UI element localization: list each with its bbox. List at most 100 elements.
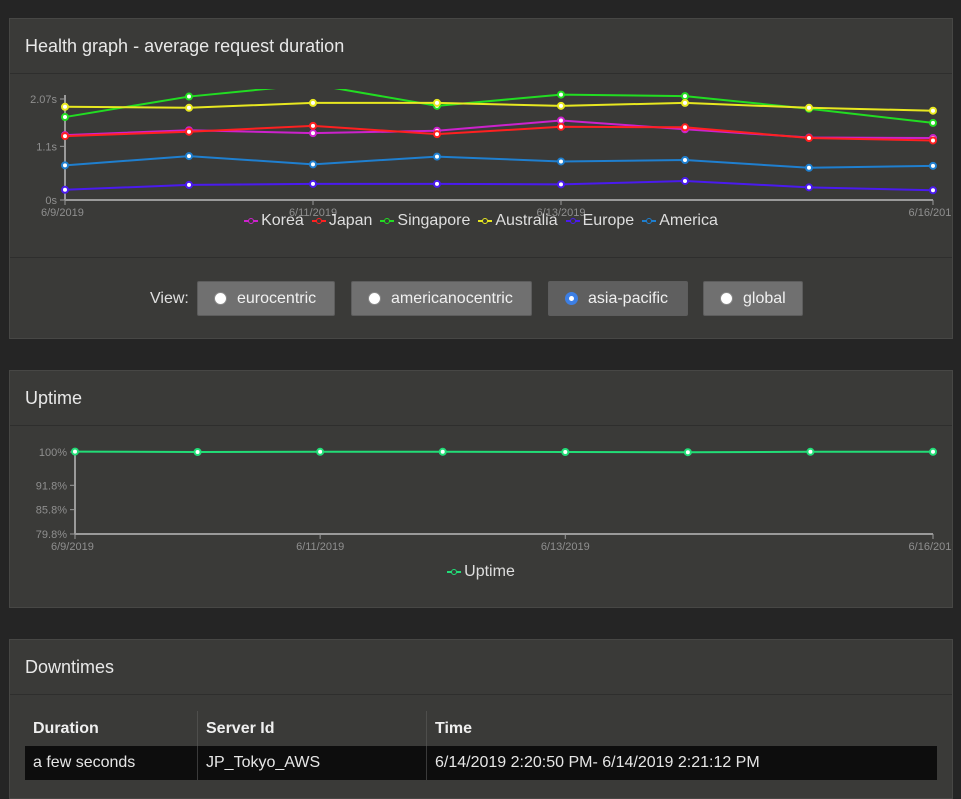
- data-point-uptime: [561, 448, 570, 456]
- data-point-uptime: [71, 447, 79, 456]
- legend-swatch: [478, 217, 493, 225]
- x-tick-label: 6/9/2019: [51, 541, 94, 552]
- data-point-uptime: [929, 447, 937, 456]
- data-point-japan: [309, 121, 317, 130]
- uptime-chart: 79.8% 85.8% 91.8% 100% 6/9/2019 6/11/2019 6/13…: [36, 447, 952, 552]
- radio-eurocentric[interactable]: [214, 292, 227, 305]
- view-option-label: asia-pacific: [588, 289, 669, 307]
- series-line-australia: [64, 101, 934, 112]
- view-selector: View: eurocentric americanocentric asia-…: [10, 257, 952, 340]
- legend-swatch: [447, 568, 462, 576]
- data-point-japan: [61, 132, 69, 141]
- data-point-singapore: [681, 92, 689, 101]
- data-point-america: [61, 161, 69, 170]
- table-row[interactable]: a few seconds JP_Tokyo_AWS 6/14/2019 2:2…: [25, 746, 937, 780]
- x-tick-label: 6/11/2019: [296, 541, 344, 552]
- data-point-japan: [185, 127, 193, 136]
- x-tick-label: 6/13/2019: [541, 541, 590, 552]
- data-point-japan: [681, 123, 689, 132]
- legend-label: Japan: [328, 212, 373, 229]
- legend-item-europe[interactable]: Europe: [565, 212, 634, 230]
- radio-americanocentric[interactable]: [368, 292, 381, 305]
- cell-server-id: JP_Tokyo_AWS: [197, 746, 427, 780]
- data-point-japan: [929, 136, 937, 145]
- series-line-japan: [64, 124, 934, 142]
- legend-label: America: [659, 212, 718, 229]
- legend-label: Australia: [495, 212, 558, 229]
- data-point-america: [681, 155, 689, 164]
- table-header-row: Duration Server Id Time: [25, 711, 937, 746]
- legend-item-korea[interactable]: Korea: [244, 212, 304, 230]
- uptime-legend: Uptime: [10, 563, 952, 581]
- view-option-global[interactable]: global: [703, 281, 803, 316]
- view-option-americanocentric[interactable]: americanocentric: [351, 281, 532, 316]
- uptime-panel: Uptime 79.8% 85.8% 91.8% 100% 6/9/2019 6/11/2…: [9, 370, 953, 608]
- data-point-america: [309, 160, 317, 169]
- data-point-europe: [557, 180, 565, 189]
- column-header-duration[interactable]: Duration: [25, 711, 198, 746]
- cell-duration: a few seconds: [25, 746, 198, 780]
- view-option-label: americanocentric: [391, 289, 513, 307]
- data-point-korea: [557, 116, 565, 125]
- column-header-time[interactable]: Time: [427, 711, 938, 746]
- legend-item-uptime[interactable]: Uptime: [447, 563, 515, 581]
- data-point-japan: [805, 134, 813, 143]
- data-point-america: [929, 161, 937, 170]
- data-point-singapore: [557, 90, 565, 99]
- data-point-europe: [309, 179, 317, 188]
- data-point-uptime: [438, 447, 447, 456]
- health-graph-panel: Health graph - average request duration …: [9, 18, 953, 339]
- cell-time: 6/14/2019 2:20:50 PM- 6/14/2019 2:21:12 …: [426, 746, 937, 780]
- legend-item-singapore[interactable]: Singapore: [380, 212, 470, 230]
- downtimes-title: Downtimes: [10, 640, 952, 695]
- health-chart: 0s1.1s2.07s6/9/2019 6/11/2019 6/13/2019 6/1…: [30, 89, 952, 219]
- legend-item-america[interactable]: America: [642, 212, 718, 230]
- data-point-australia: [557, 101, 565, 110]
- series-line-singapore: [64, 89, 934, 124]
- legend-swatch: [642, 217, 657, 225]
- series-line-uptime: [74, 450, 933, 454]
- y-tick-label: 79.8%: [36, 529, 67, 541]
- data-point-australia: [61, 102, 69, 111]
- legend-label: Singapore: [397, 212, 471, 229]
- data-point-uptime: [316, 447, 325, 456]
- column-header-server-id[interactable]: Server Id: [197, 711, 427, 746]
- radio-asia-pacific[interactable]: [565, 292, 578, 305]
- data-point-japan: [433, 130, 441, 139]
- health-legend: Korea Japan Singapore Australia Europe Americ…: [10, 212, 952, 230]
- y-tick-label: 0s: [45, 195, 57, 207]
- data-point-europe: [433, 179, 441, 188]
- y-tick-label: 100%: [39, 447, 67, 459]
- data-point-america: [185, 152, 193, 161]
- legend-swatch: [380, 217, 395, 225]
- data-point-europe: [61, 185, 69, 194]
- data-point-australia: [681, 98, 689, 107]
- radio-global[interactable]: [720, 292, 733, 305]
- data-point-singapore: [929, 118, 937, 127]
- legend-swatch: [311, 217, 326, 225]
- data-point-korea: [309, 129, 317, 138]
- data-point-europe: [805, 183, 813, 192]
- legend-item-japan[interactable]: Japan: [311, 212, 373, 230]
- legend-swatch: [565, 217, 580, 225]
- y-tick-label: 1.1s: [36, 141, 57, 153]
- y-tick-label: 91.8%: [36, 480, 67, 492]
- view-option-eurocentric[interactable]: eurocentric: [197, 281, 335, 316]
- data-point-japan: [557, 122, 565, 131]
- legend-label: Korea: [261, 212, 304, 229]
- data-point-singapore: [61, 113, 69, 122]
- view-option-label: global: [743, 289, 786, 307]
- data-point-europe: [929, 186, 937, 195]
- data-point-singapore: [185, 92, 193, 101]
- legend-label: Uptime: [464, 563, 515, 580]
- x-tick-label: 6/16/2019: [909, 541, 952, 552]
- data-point-europe: [681, 176, 689, 185]
- legend-item-australia[interactable]: Australia: [478, 212, 558, 230]
- view-option-asia-pacific[interactable]: asia-pacific: [548, 281, 688, 316]
- uptime-title: Uptime: [10, 371, 952, 426]
- data-point-america: [557, 157, 565, 166]
- data-point-australia: [433, 98, 441, 107]
- data-point-america: [433, 152, 441, 161]
- data-point-uptime: [683, 448, 692, 457]
- data-point-uptime: [193, 448, 202, 456]
